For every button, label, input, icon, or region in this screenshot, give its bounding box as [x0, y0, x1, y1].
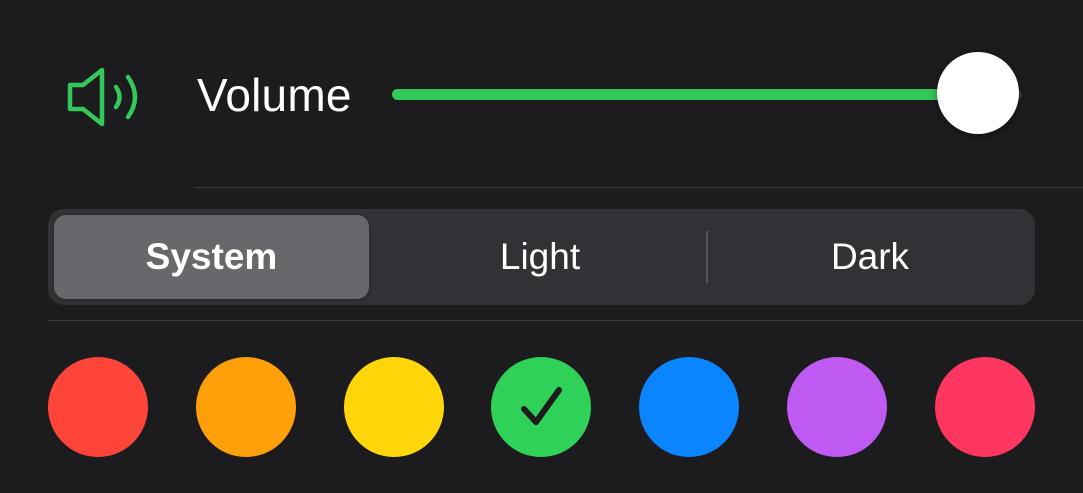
- volume-row: Volume: [0, 0, 1083, 188]
- segment-separator: [706, 231, 708, 283]
- color-swatch-pink[interactable]: [935, 357, 1035, 457]
- segment-dark[interactable]: Dark: [710, 215, 1030, 299]
- divider: [195, 187, 1083, 188]
- color-swatch-blue[interactable]: [639, 357, 739, 457]
- color-swatch-green[interactable]: [491, 357, 591, 457]
- volume-slider-fill: [392, 89, 978, 100]
- color-swatch-orange[interactable]: [196, 357, 296, 457]
- volume-slider-thumb[interactable]: [936, 52, 1019, 134]
- segment-system[interactable]: System: [54, 215, 369, 299]
- volume-slider[interactable]: [392, 52, 1022, 136]
- color-swatch-red[interactable]: [48, 357, 148, 457]
- checkmark-icon: [521, 387, 562, 425]
- divider: [48, 320, 1083, 321]
- volume-label: Volume: [197, 69, 352, 121]
- segment-light[interactable]: Light: [375, 215, 705, 299]
- color-swatch-purple[interactable]: [787, 357, 887, 457]
- speaker-icon: [67, 67, 138, 127]
- appearance-segmented-control: System Light Dark: [48, 209, 1035, 305]
- color-swatch-yellow[interactable]: [344, 357, 444, 457]
